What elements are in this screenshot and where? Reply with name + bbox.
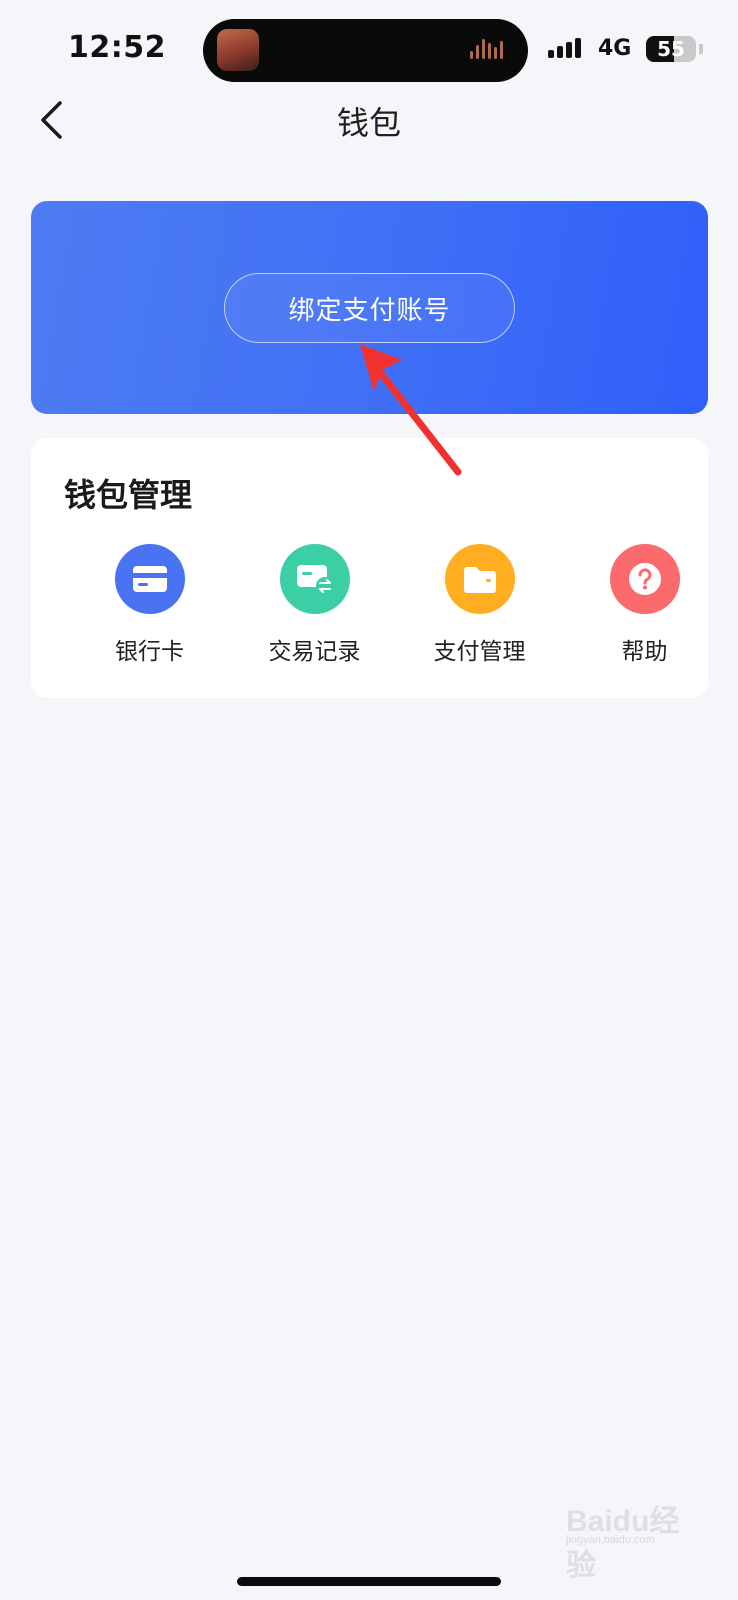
- page-title: 钱包: [336, 104, 401, 142]
- wallet-actions-grid: 银行卡 交易记录 支付管理 帮助: [31, 544, 708, 674]
- nav-bar: 钱包: [0, 90, 738, 150]
- status-time: 12:52: [68, 30, 166, 65]
- payment-management-item[interactable]: 支付管理: [397, 544, 562, 674]
- help-item[interactable]: 帮助: [562, 544, 727, 674]
- cellular-signal-icon: [548, 36, 588, 62]
- payment-management-label: 支付管理: [433, 639, 526, 665]
- dynamic-island[interactable]: [203, 19, 528, 82]
- now-playing-artwork: [217, 29, 259, 71]
- network-type: 4G: [598, 36, 632, 61]
- watermark-url: jingyan.baidu.com: [566, 1534, 655, 1546]
- bank-card-item[interactable]: 银行卡: [67, 544, 232, 674]
- battery-icon: 55: [646, 36, 696, 62]
- wallet-banner: 绑定支付账号: [31, 201, 708, 414]
- baidu-jingyan-watermark: Baidu经验 jingyan.baidu.com: [566, 1488, 706, 1582]
- wallet-management-card: 钱包管理 银行卡 交易记录 支付管理 帮助: [31, 438, 708, 698]
- help-label: 帮助: [621, 639, 668, 665]
- transaction-record-icon: [280, 544, 350, 614]
- home-indicator[interactable]: [237, 1577, 501, 1586]
- transaction-record-item[interactable]: 交易记录: [232, 544, 397, 674]
- bank-card-label: 银行卡: [115, 639, 184, 665]
- folder-icon: [445, 544, 515, 614]
- bank-card-icon: [115, 544, 185, 614]
- status-bar: 12:52 4G 55: [0, 0, 738, 90]
- transaction-record-label: 交易记录: [268, 639, 361, 665]
- section-title: 钱包管理: [64, 476, 193, 514]
- audio-wave-icon: [470, 39, 508, 61]
- battery-percent: 55: [657, 37, 685, 61]
- battery-cap: [699, 44, 703, 54]
- help-icon: [610, 544, 680, 614]
- bind-payment-account-button[interactable]: 绑定支付账号: [224, 273, 515, 343]
